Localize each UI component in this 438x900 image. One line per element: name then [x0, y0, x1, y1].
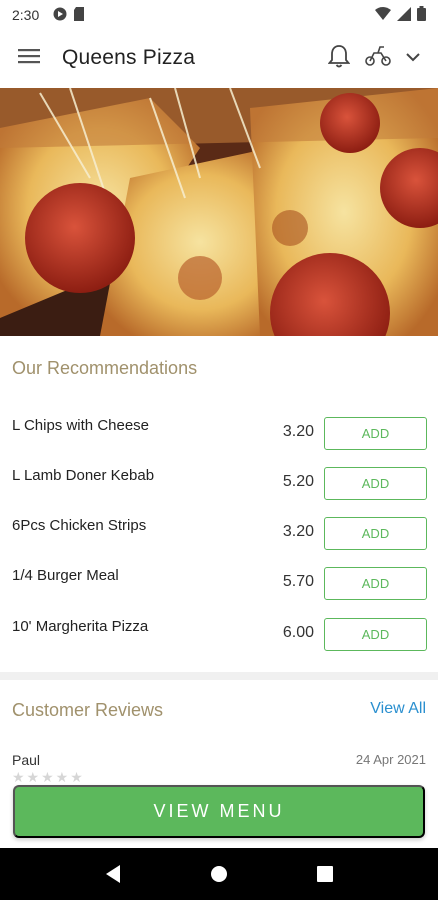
add-button[interactable]: ADD — [324, 467, 427, 500]
recommendation-row: 6Pcs Chicken Strips 3.20 ADD — [0, 517, 438, 567]
item-price: 3.20 — [282, 423, 314, 440]
chevron-down-icon[interactable] — [406, 49, 420, 67]
item-price: 5.70 — [282, 573, 314, 590]
status-right — [375, 6, 426, 24]
recommendation-row: L Chips with Cheese 3.20 ADD — [0, 417, 438, 467]
system-nav-bar — [0, 848, 438, 900]
item-name: L Chips with Cheese — [12, 417, 150, 434]
recommendation-row: 1/4 Burger Meal 5.70 ADD — [0, 567, 438, 617]
app-bar-actions — [327, 44, 420, 73]
section-divider — [0, 672, 438, 680]
home-icon[interactable] — [199, 854, 239, 894]
reviewer-name: Paul — [12, 752, 41, 768]
hero-pizza-image — [0, 88, 438, 336]
app-bar: Queens Pizza — [0, 30, 438, 86]
wifi-icon — [375, 6, 391, 24]
status-time: 2:30 — [12, 7, 40, 23]
view-all-link[interactable]: View All — [370, 700, 426, 718]
recents-icon[interactable] — [305, 854, 345, 894]
recommendations-title: Our Recommendations — [12, 358, 198, 378]
reviews-section: Customer Reviews View All Paul 24 Apr 20… — [0, 680, 438, 790]
item-price: 3.20 — [282, 523, 314, 540]
add-button[interactable]: ADD — [324, 618, 427, 651]
add-button[interactable]: ADD — [324, 417, 427, 450]
battery-icon — [417, 6, 426, 24]
reviews-title: Customer Reviews — [12, 700, 164, 720]
add-button[interactable]: ADD — [324, 517, 427, 550]
scooter-icon[interactable] — [364, 45, 392, 72]
pizza-photo — [0, 88, 438, 336]
back-icon[interactable] — [93, 854, 133, 894]
review-date: 24 Apr 2021 — [355, 752, 426, 767]
item-name: 6Pcs Chicken Strips — [12, 517, 147, 534]
rating-stars: ★★★★★ — [12, 769, 85, 785]
menu-icon[interactable] — [18, 47, 40, 70]
status-bar: 2:30 — [0, 0, 438, 30]
sd-card-icon — [73, 6, 85, 24]
add-button[interactable]: ADD — [324, 567, 427, 600]
bell-icon[interactable] — [327, 44, 351, 73]
view-menu-button[interactable]: VIEW MENU — [13, 785, 425, 838]
page-title: Queens Pizza — [62, 46, 196, 69]
item-name: 1/4 Burger Meal — [12, 567, 119, 584]
item-price: 6.00 — [282, 624, 314, 641]
item-price: 5.20 — [282, 473, 314, 490]
recommendation-row: 10' Margherita Pizza 6.00 ADD — [0, 618, 438, 668]
signal-icon — [397, 6, 411, 24]
recommendation-row: L Lamb Doner Kebab 5.20 ADD — [0, 467, 438, 517]
item-name: 10' Margherita Pizza — [12, 618, 149, 635]
status-left: 2:30 — [12, 6, 85, 24]
item-name: L Lamb Doner Kebab — [12, 467, 155, 484]
media-icon — [53, 7, 67, 24]
